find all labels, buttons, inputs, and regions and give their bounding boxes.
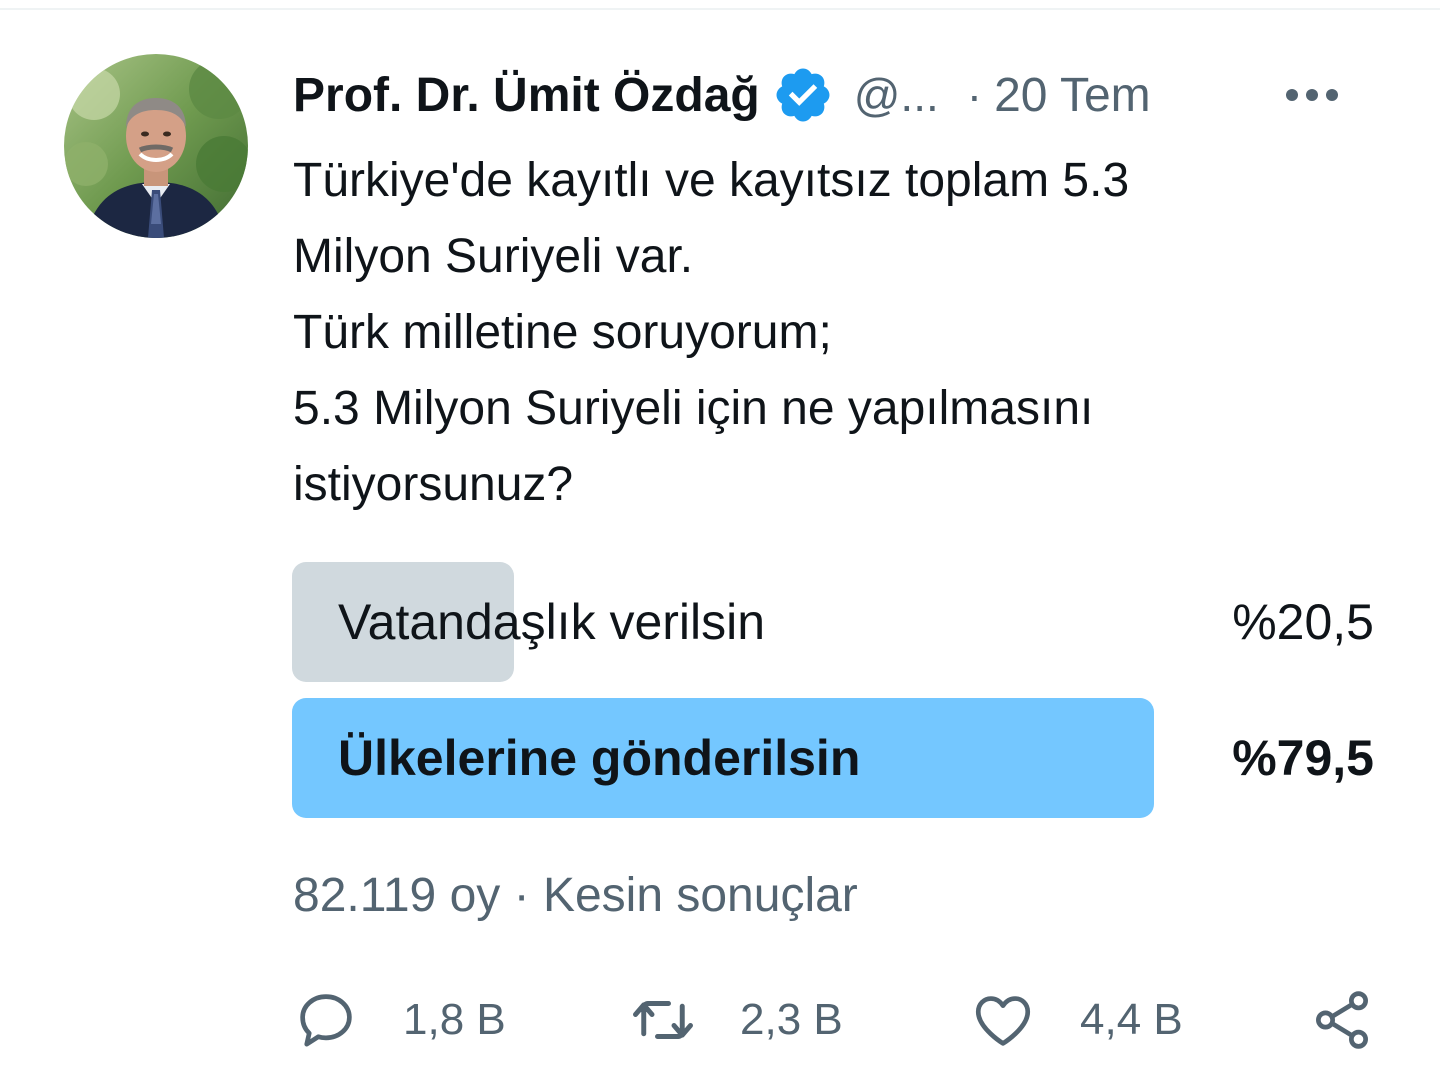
poll-vote-count: 82.119 oy (293, 869, 501, 922)
poll-option-2: Ülkelerine gönderilsin %79,5 (292, 698, 1382, 818)
tweet-text-line: Türkiye'de kayıtlı ve kayıtsız toplam 5.… (293, 154, 1130, 207)
poll-meta: 82.119 oy · Kesin sonuçlar (293, 868, 858, 923)
poll-status: Kesin sonuçlar (542, 869, 858, 922)
poll-option-label: Vatandaşlık verilsin (338, 594, 766, 650)
author-display-name[interactable]: Prof. Dr. Ümit Özdağ (293, 68, 760, 123)
poll-meta-separator: · (513, 869, 530, 922)
poll-option-label: Ülkelerine gönderilsin (338, 730, 861, 786)
tweet-text-line: 5.3 Milyon Suriyeli için ne yapılmasını (293, 382, 1094, 435)
avatar-photo (64, 54, 248, 238)
avatar[interactable] (64, 54, 248, 238)
like-count: 4,4 B (1080, 995, 1183, 1044)
retweet-button[interactable]: 2,3 B (630, 985, 843, 1055)
tweet-header: Prof. Dr. Ümit Özdağ @... · 20 Tem (293, 60, 1383, 130)
author-handle[interactable]: @... (854, 68, 939, 122)
reply-count: 1,8 B (403, 995, 506, 1044)
verified-badge-icon (776, 68, 830, 122)
tweet-date[interactable]: 20 Tem (994, 68, 1151, 123)
top-divider (0, 0, 1440, 10)
reply-icon (300, 994, 352, 1047)
tweet-text: Türkiye'de kayıtlı ve kayıtsız toplam 5.… (293, 143, 1393, 523)
poll-option-1: Vatandaşlık verilsin %20,5 (292, 562, 1382, 682)
more-options-icon[interactable] (1283, 78, 1341, 112)
share-icon (1316, 991, 1368, 1049)
like-icon (975, 996, 1031, 1046)
share-button[interactable] (1309, 985, 1375, 1055)
poll-option-percent: %20,5 (1232, 594, 1374, 650)
tweet-text-line: istiyorsunuz? (293, 458, 574, 511)
reply-button[interactable]: 1,8 B (293, 985, 506, 1055)
tweet-text-line: Türk milletine soruyorum; (293, 306, 832, 359)
tweet-actions: 1,8 B 2,3 B 4,4 B (293, 985, 1383, 1055)
retweet-count: 2,3 B (740, 995, 843, 1044)
header-separator: · (966, 69, 983, 121)
tweet-text-line: Milyon Suriyeli var. (293, 230, 694, 283)
like-button[interactable]: 4,4 B (970, 985, 1183, 1055)
poll-option-percent: %79,5 (1232, 730, 1374, 786)
retweet-icon (633, 1001, 693, 1039)
